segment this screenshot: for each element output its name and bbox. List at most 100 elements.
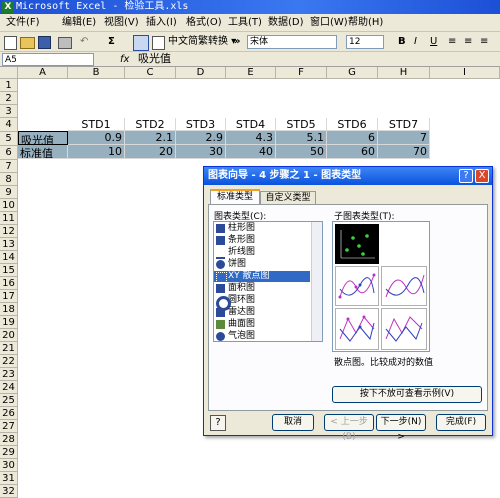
subtype-scatter-markers[interactable] <box>335 224 379 264</box>
row-header[interactable]: 30 <box>0 459 18 472</box>
row-header[interactable]: 3 <box>0 105 18 118</box>
list-item-bar[interactable]: 条形图 <box>214 235 310 246</box>
row-header[interactable]: 1 <box>0 79 18 92</box>
row-header[interactable]: 23 <box>0 368 18 381</box>
autosum-button[interactable]: Σ <box>108 35 115 49</box>
save-icon[interactable] <box>38 36 51 49</box>
column-header-d[interactable]: D <box>176 67 226 79</box>
cell-f6[interactable]: 50 <box>276 145 327 159</box>
row-header[interactable]: 9 <box>0 186 18 199</box>
open-icon[interactable] <box>20 37 35 49</box>
cancel-button[interactable]: 取消 <box>272 414 314 431</box>
tab-standard-types[interactable]: 标准类型 <box>210 189 260 204</box>
row-header[interactable]: 20 <box>0 329 18 342</box>
list-item-surface[interactable]: 曲面图 <box>214 319 310 330</box>
list-item-bubble[interactable]: 气泡图 <box>214 331 310 341</box>
font-size-select[interactable]: 12 <box>346 35 384 49</box>
list-scrollbar[interactable] <box>311 222 322 341</box>
name-box[interactable]: A5 <box>2 53 94 66</box>
menu-data[interactable]: 数据(D) <box>268 16 304 30</box>
chinese-convert-dropdown[interactable]: 中文简繁转换 ▾ <box>168 35 236 49</box>
row-header[interactable]: 27 <box>0 420 18 433</box>
font-select[interactable]: 宋体 <box>247 35 337 49</box>
header-cell-std3[interactable]: STD3 <box>176 118 226 131</box>
row-header[interactable]: 29 <box>0 446 18 459</box>
office-assistant-help-icon[interactable]: ? <box>210 415 226 431</box>
menu-format[interactable]: 格式(O) <box>186 16 222 30</box>
cell-d5[interactable]: 2.9 <box>176 131 226 145</box>
chart-wizard-icon[interactable] <box>133 35 149 51</box>
column-header-g[interactable]: G <box>327 67 378 79</box>
new-icon[interactable] <box>4 36 17 50</box>
header-cell-std1[interactable]: STD1 <box>68 118 125 131</box>
header-cell-std5[interactable]: STD5 <box>276 118 327 131</box>
italic-button[interactable]: I <box>414 35 417 49</box>
row-header[interactable]: 12 <box>0 225 18 238</box>
subtype-smooth-lines[interactable] <box>381 266 427 306</box>
back-button[interactable]: < 上一步(B) <box>324 414 374 442</box>
align-right-icon[interactable]: ≡ <box>480 35 488 49</box>
column-header-a[interactable]: A <box>18 67 68 79</box>
align-left-icon[interactable]: ≡ <box>448 35 456 49</box>
list-item-column[interactable]: 柱形图 <box>214 223 310 234</box>
list-item-area[interactable]: 面积图 <box>214 283 310 294</box>
cell-c6[interactable]: 20 <box>125 145 176 159</box>
subtype-straight-lines[interactable] <box>381 308 427 350</box>
row-header[interactable]: 7 <box>0 160 18 173</box>
menu-view[interactable]: 视图(V) <box>104 16 139 30</box>
row-header[interactable]: 24 <box>0 381 18 394</box>
cell-a6-label[interactable]: 标准值 <box>18 145 68 159</box>
print-icon[interactable] <box>58 37 72 49</box>
row-header[interactable]: 21 <box>0 342 18 355</box>
menu-insert[interactable]: 插入(I) <box>146 16 177 30</box>
dialog-close-icon[interactable]: X <box>475 169 489 183</box>
menu-help[interactable]: 帮助(H) <box>348 16 383 30</box>
bold-button[interactable]: B <box>398 35 406 49</box>
cell-h6[interactable]: 70 <box>378 145 430 159</box>
cell-g6[interactable]: 60 <box>327 145 378 159</box>
next-button[interactable]: 下一步(N) > <box>376 414 426 442</box>
cell-b5[interactable]: 0.9 <box>68 131 125 145</box>
column-header-b[interactable]: B <box>68 67 125 79</box>
column-header-c[interactable]: C <box>125 67 176 79</box>
cell-c5[interactable]: 2.1 <box>125 131 176 145</box>
row-header[interactable]: 14 <box>0 251 18 264</box>
row-header[interactable]: 28 <box>0 433 18 446</box>
column-header-e[interactable]: E <box>226 67 276 79</box>
menu-tools[interactable]: 工具(T) <box>228 16 262 30</box>
dialog-help-icon[interactable]: ? <box>459 169 473 183</box>
row-header[interactable]: 10 <box>0 199 18 212</box>
formula-input[interactable]: 吸光值 <box>138 52 171 66</box>
cell-g5[interactable]: 6 <box>327 131 378 145</box>
header-cell-std4[interactable]: STD4 <box>226 118 276 131</box>
list-item-doughnut[interactable]: 圆环图 <box>214 295 310 311</box>
row-header[interactable]: 26 <box>0 407 18 420</box>
row-header[interactable]: 13 <box>0 238 18 251</box>
row-header[interactable]: 4 <box>0 118 18 132</box>
row-header[interactable]: 32 <box>0 485 18 498</box>
menu-edit[interactable]: 编辑(E) <box>62 16 96 30</box>
drawing-icon[interactable] <box>152 36 165 50</box>
preview-sample-button[interactable]: 按下不放可查看示例(V) <box>332 386 482 403</box>
toolbar-options-icon[interactable]: » <box>234 35 240 49</box>
header-cell-std6[interactable]: STD6 <box>327 118 378 131</box>
row-header[interactable]: 11 <box>0 212 18 225</box>
undo-icon[interactable]: ↶ <box>80 35 88 49</box>
cell-e5[interactable]: 4.3 <box>226 131 276 145</box>
header-cell-std7[interactable]: STD7 <box>378 118 430 131</box>
row-header[interactable]: 22 <box>0 355 18 368</box>
select-all-corner[interactable] <box>0 67 18 79</box>
row-header[interactable]: 8 <box>0 173 18 186</box>
menu-file[interactable]: 文件(F) <box>6 16 40 30</box>
list-item-xy-scatter[interactable]: XY 散点图 <box>214 271 310 283</box>
underline-button[interactable]: U <box>430 35 437 49</box>
row-header[interactable]: 19 <box>0 316 18 329</box>
tab-custom-types[interactable]: 自定义类型 <box>260 191 316 204</box>
row-header[interactable]: 18 <box>0 303 18 316</box>
list-item-pie[interactable]: 饼图 <box>214 259 310 270</box>
column-header-i[interactable]: I <box>430 67 500 79</box>
list-item-line[interactable]: 折线图 <box>214 247 310 259</box>
row-header[interactable]: 31 <box>0 472 18 485</box>
cell-d6[interactable]: 30 <box>176 145 226 159</box>
menu-window[interactable]: 窗口(W) <box>310 16 348 30</box>
